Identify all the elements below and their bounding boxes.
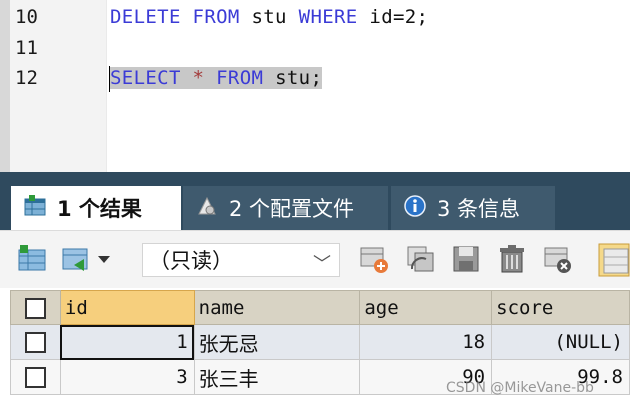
- column-header-age[interactable]: age: [359, 290, 493, 325]
- cell-id[interactable]: 1: [59, 324, 195, 360]
- keyword: SELECT: [110, 67, 181, 89]
- line-number: 10: [15, 6, 38, 28]
- select-all-header[interactable]: [10, 290, 61, 325]
- delete-row-button[interactable]: [496, 243, 528, 275]
- identifier: stu: [251, 6, 287, 28]
- editor-margin: [0, 0, 10, 172]
- line-number: 11: [15, 37, 38, 59]
- column-header-id[interactable]: id: [59, 290, 195, 325]
- identifier: id=2;: [369, 6, 429, 28]
- discard-changes-button[interactable]: [542, 243, 574, 275]
- grid-view-icon: [18, 245, 46, 271]
- cell-age[interactable]: 18: [359, 324, 493, 360]
- row-selector[interactable]: [10, 324, 61, 360]
- select-value: （只读）: [149, 249, 233, 273]
- result-toolbar: （只读） ﹀: [0, 230, 630, 288]
- cell-score[interactable]: (NULL): [491, 324, 630, 360]
- watermark: CSDN @MikeVane-bb: [446, 380, 594, 396]
- form-view-icon: [598, 243, 630, 277]
- tab-profiles[interactable]: 2 个配置文件: [183, 186, 388, 230]
- row-checkbox[interactable]: [24, 332, 46, 353]
- result-tabs: 1 个结果 2 个配置文件 3 条信息: [0, 186, 630, 230]
- keyword: DELETE: [110, 6, 181, 28]
- cell-id[interactable]: 3: [59, 359, 195, 395]
- column-header-name[interactable]: name: [193, 290, 361, 325]
- tab-messages[interactable]: 3 条信息: [391, 186, 555, 230]
- tab-label: 3 条信息: [437, 197, 521, 221]
- insert-row-icon: [360, 247, 388, 273]
- keyword: WHERE: [298, 6, 358, 28]
- profile-icon: [195, 194, 219, 223]
- header-row: id name age score: [10, 290, 630, 325]
- result-grid-icon: [23, 194, 47, 223]
- chevron-down-icon: ﹀: [313, 254, 331, 275]
- tab-label: 1 个结果: [57, 197, 142, 221]
- export-icon: [62, 248, 110, 271]
- code-line-12-selected[interactable]: SELECT * FROM stu;: [110, 67, 323, 89]
- discard-icon: [544, 247, 571, 273]
- grid-view-button[interactable]: [16, 243, 48, 275]
- pane-splitter[interactable]: [0, 172, 630, 186]
- row-selector[interactable]: [10, 359, 61, 395]
- operator: *: [192, 67, 205, 89]
- keyword: FROM: [216, 67, 264, 89]
- duplicate-icon: [407, 246, 434, 272]
- read-only-mode-select[interactable]: （只读） ﹀: [142, 243, 340, 277]
- keyword: FROM: [192, 6, 240, 28]
- tab-label: 2 个配置文件: [229, 197, 355, 221]
- table-row[interactable]: 1 张无忌 18 (NULL): [10, 324, 630, 360]
- trash-icon: [500, 245, 524, 273]
- form-view-button[interactable]: [598, 243, 630, 277]
- identifier: stu;: [275, 67, 323, 89]
- save-button[interactable]: [450, 243, 482, 275]
- column-header-score[interactable]: score: [491, 290, 630, 325]
- save-icon: [453, 246, 479, 272]
- insert-row-button[interactable]: [358, 243, 390, 275]
- export-dropdown-button[interactable]: [60, 243, 116, 275]
- code-line-10[interactable]: DELETE FROM stu WHERE id=2;: [110, 6, 428, 28]
- duplicate-row-button[interactable]: [404, 243, 436, 275]
- cell-name[interactable]: 张三丰: [193, 359, 361, 395]
- text-caret: [109, 66, 110, 92]
- line-number: 12: [15, 67, 38, 89]
- row-checkbox[interactable]: [24, 367, 46, 388]
- tab-results[interactable]: 1 个结果: [11, 186, 181, 230]
- select-all-checkbox[interactable]: [24, 297, 46, 319]
- info-icon: [403, 194, 427, 223]
- cell-name[interactable]: 张无忌: [193, 324, 361, 360]
- sql-editor[interactable]: 10 11 12 DELETE FROM stu WHERE id=2; SEL…: [0, 0, 630, 172]
